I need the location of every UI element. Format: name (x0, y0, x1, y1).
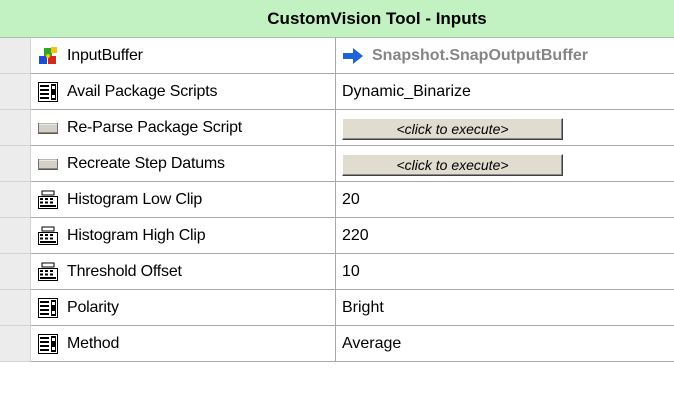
property-label: Method (67, 334, 120, 352)
property-row-histogram-high-clip: Histogram High Clip 220 (0, 218, 674, 254)
row-gutter (0, 218, 31, 254)
property-row-recreate-step-datums: Recreate Step Datums <click to execute> (0, 146, 674, 182)
panel-title: CustomVision Tool - Inputs (0, 0, 674, 38)
property-value: 10 (342, 262, 360, 280)
property-value: 20 (342, 190, 360, 208)
property-label: InputBuffer (67, 46, 143, 64)
property-row-histogram-low-clip: Histogram Low Clip 20 (0, 182, 674, 218)
property-label: Re-Parse Package Script (67, 118, 243, 136)
row-gutter (0, 254, 31, 290)
property-value-cell[interactable]: 10 (336, 254, 674, 290)
property-name-cell[interactable]: Re-Parse Package Script (31, 110, 336, 146)
reparse-execute-button[interactable]: <click to execute> (342, 117, 563, 140)
property-value-cell: <click to execute> (336, 110, 674, 146)
row-gutter (0, 290, 31, 326)
property-value-cell[interactable]: Snapshot.SnapOutputBuffer (336, 38, 674, 74)
button-icon (38, 158, 58, 170)
property-value-cell[interactable]: 20 (336, 182, 674, 218)
property-label: Histogram High Clip (67, 226, 206, 244)
property-label: Recreate Step Datums (67, 154, 225, 172)
inputs-panel: CustomVision Tool - Inputs InputBuffer S… (0, 0, 674, 396)
property-value-cell[interactable]: Dynamic_Binarize (336, 74, 674, 110)
list-icon (38, 81, 58, 102)
list-icon (38, 297, 58, 318)
property-value: Dynamic_Binarize (342, 82, 471, 100)
row-gutter (0, 110, 31, 146)
recreate-execute-button[interactable]: <click to execute> (342, 153, 563, 176)
property-row-reparse-package-script: Re-Parse Package Script <click to execut… (0, 110, 674, 146)
property-name-cell[interactable]: InputBuffer (31, 38, 336, 74)
property-row-polarity: Polarity Bright (0, 290, 674, 326)
row-gutter (0, 38, 31, 74)
property-value-cell[interactable]: Bright (336, 290, 674, 326)
property-label: Polarity (67, 298, 119, 316)
row-gutter (0, 326, 31, 362)
property-label: Threshold Offset (67, 262, 182, 280)
puzzle-icon (39, 46, 57, 64)
property-name-cell[interactable]: Polarity (31, 290, 336, 326)
property-label: Histogram Low Clip (67, 190, 203, 208)
property-value-cell: <click to execute> (336, 146, 674, 182)
property-row-threshold-offset: Threshold Offset 10 (0, 254, 674, 290)
property-value-cell[interactable]: Average (336, 326, 674, 362)
property-name-cell[interactable]: Recreate Step Datums (31, 146, 336, 182)
property-row-input-buffer: InputBuffer Snapshot.SnapOutputBuffer (0, 38, 674, 74)
property-name-cell[interactable]: Avail Package Scripts (31, 74, 336, 110)
row-gutter (0, 74, 31, 110)
property-row-method: Method Average (0, 326, 674, 362)
buffer-reference-value: Snapshot.SnapOutputBuffer (372, 46, 588, 64)
property-value-cell[interactable]: 220 (336, 218, 674, 254)
keyboard-icon (38, 226, 58, 245)
row-gutter (0, 182, 31, 218)
property-value: Bright (342, 298, 384, 316)
keyboard-icon (38, 190, 58, 209)
property-row-avail-package-scripts: Avail Package Scripts Dynamic_Binarize (0, 74, 674, 110)
arrow-right-icon (343, 47, 363, 64)
keyboard-icon (38, 262, 58, 281)
property-name-cell[interactable]: Method (31, 326, 336, 362)
property-name-cell[interactable]: Threshold Offset (31, 254, 336, 290)
list-icon (38, 333, 58, 354)
property-value: 220 (342, 226, 369, 244)
property-name-cell[interactable]: Histogram High Clip (31, 218, 336, 254)
button-icon (38, 122, 58, 134)
property-grid: InputBuffer Snapshot.SnapOutputBuffer Av… (0, 38, 674, 362)
property-name-cell[interactable]: Histogram Low Clip (31, 182, 336, 218)
property-label: Avail Package Scripts (67, 82, 218, 100)
row-gutter (0, 146, 31, 182)
property-value: Average (342, 334, 402, 352)
